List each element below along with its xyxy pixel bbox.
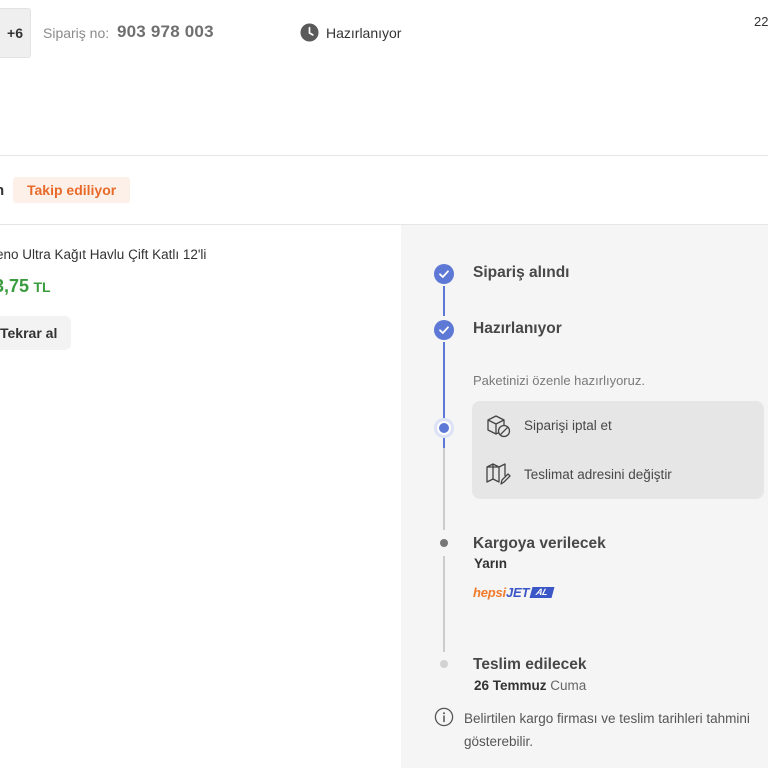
change-address-button[interactable]: Teslimat adresini değiştir (484, 460, 672, 488)
ship-date: Yarın (474, 556, 508, 571)
order-status: Hazırlanıyor (300, 23, 401, 42)
delivery-date-day: 26 Temmuz (474, 678, 547, 693)
timeline-segment (443, 556, 445, 652)
order-number: 903 978 003 (117, 22, 214, 41)
step-preparing: Hazırlanıyor (473, 320, 562, 337)
carrier-logo: hepsi JET AL (473, 584, 555, 600)
order-header: +6 Sipariş no: 903 978 003 Hazırlanıyor … (0, 0, 768, 156)
order-status-label: Hazırlanıyor (326, 24, 402, 41)
upcoming-step-dot (440, 660, 448, 668)
step-delivery: Teslim edilecek (473, 656, 587, 673)
timeline-segment (443, 448, 445, 530)
rebuy-button[interactable]: Tekrar al (0, 316, 72, 350)
info-icon (434, 707, 454, 727)
shipment-row: n Takip ediliyor (0, 157, 768, 225)
check-icon (434, 264, 454, 284)
check-icon (434, 320, 454, 340)
more-products-thumbnail[interactable]: +6 (0, 8, 31, 58)
step-to-be-shipped: Kargoya verilecek (473, 535, 606, 552)
clock-icon (300, 23, 319, 42)
delivery-info-note: Belirtilen kargo firması ve teslim tarih… (434, 707, 768, 753)
timeline-segment (443, 342, 445, 420)
step-order-received: Sipariş alındı (473, 264, 570, 281)
timeline-segment (443, 286, 445, 316)
delivery-date: 26 Temmuz Cuma (474, 678, 586, 693)
product-name[interactable]: eno Ultra Kağıt Havlu Çift Katlı 12'li (0, 247, 206, 262)
pending-step-dot (440, 539, 448, 547)
tracking-status-badge: Takip ediliyor (13, 177, 131, 203)
info-text: Belirtilen kargo firması ve teslim tarih… (464, 711, 750, 749)
change-address-label: Teslimat adresini değiştir (524, 466, 672, 482)
map-edit-icon (486, 463, 511, 485)
current-step-indicator (434, 418, 454, 438)
order-actions-card: Siparişi iptal et Teslimat adresini deği… (472, 401, 764, 499)
order-date-fragment: 22 (754, 14, 768, 29)
shipment-title-fragment: n (0, 182, 4, 199)
cancel-order-button[interactable]: Siparişi iptal et (484, 411, 612, 439)
box-cancel-icon (487, 415, 511, 438)
price-value: 3,75 (0, 276, 30, 296)
cancel-order-label: Siparişi iptal et (524, 417, 612, 433)
price-currency: TL (33, 279, 51, 295)
order-number-label: Sipariş no: (43, 25, 110, 41)
delivery-date-weekday: Cuma (550, 678, 587, 693)
preparing-description: Paketinizi özenle hazırlıyoruz. (473, 373, 645, 388)
product-price: 3,75 TL (0, 276, 51, 297)
